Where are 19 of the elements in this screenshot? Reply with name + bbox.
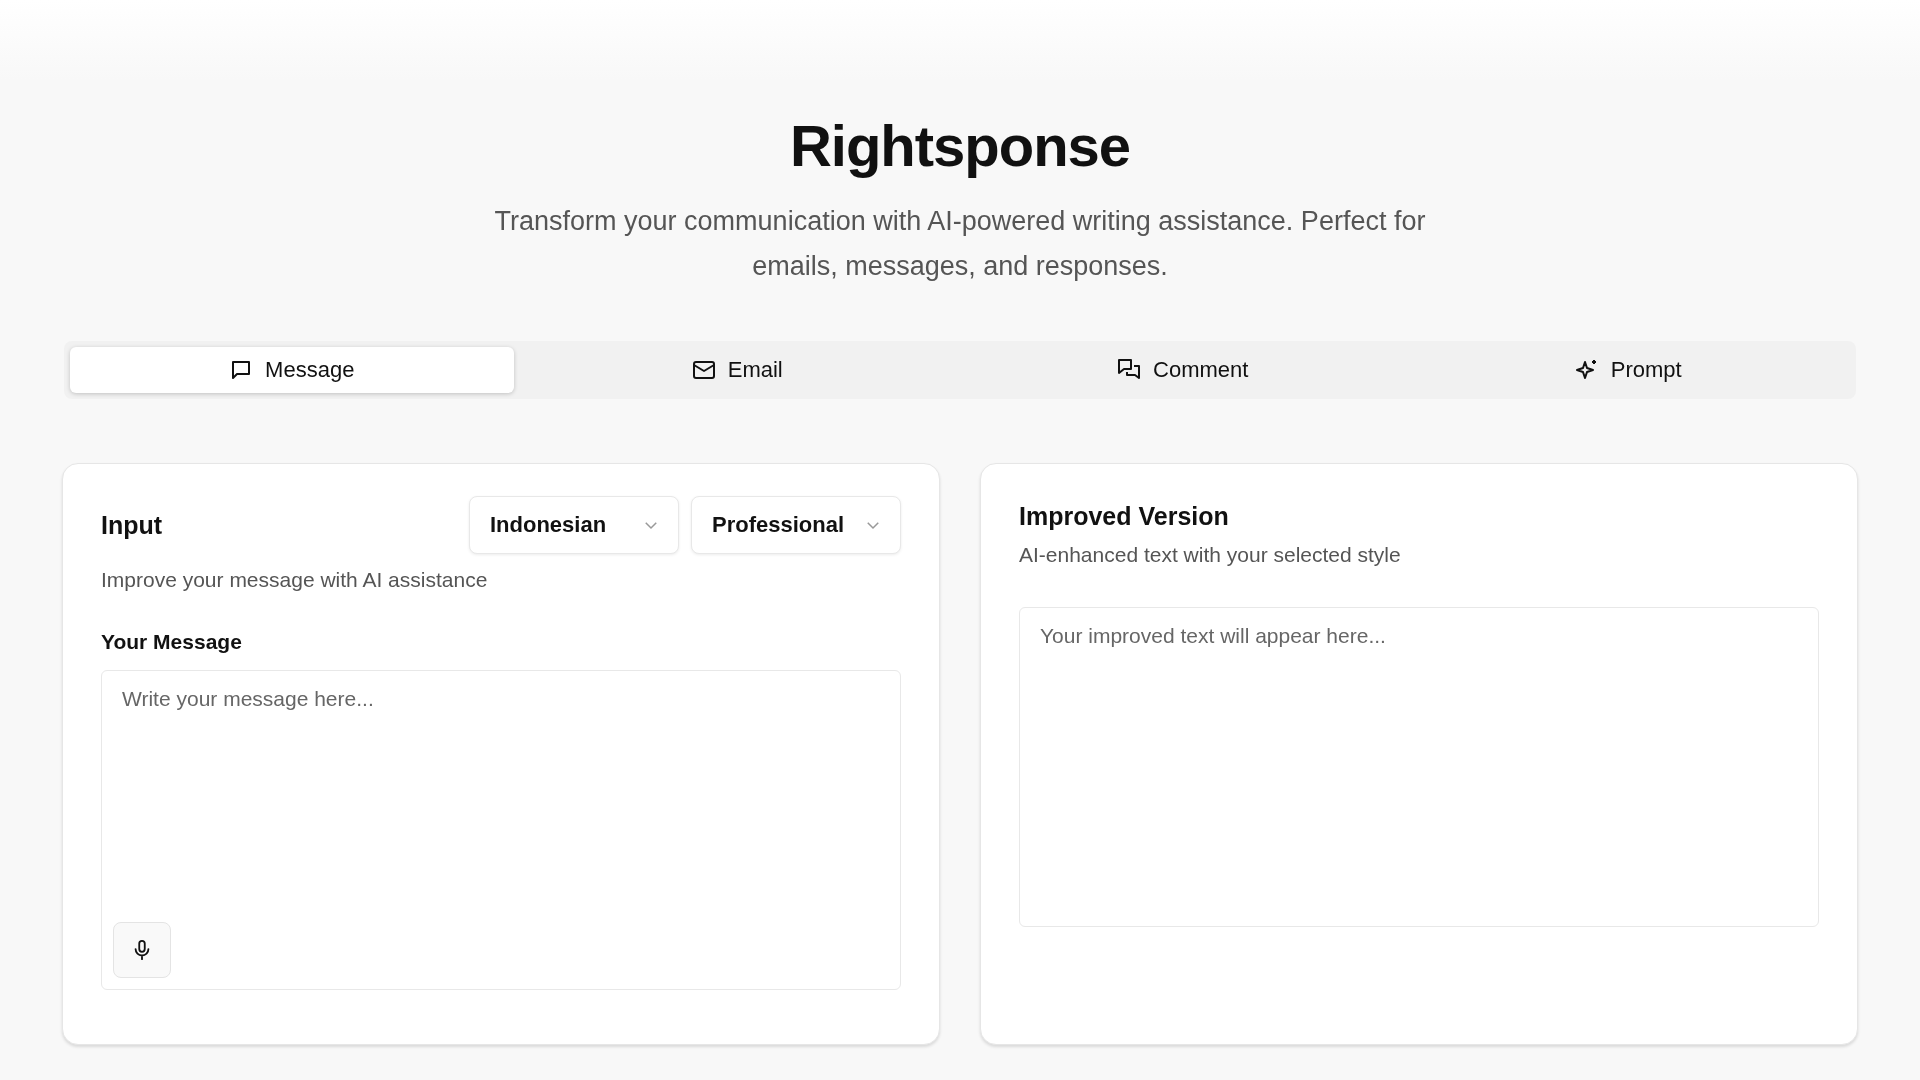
field-label: Your Message bbox=[101, 630, 243, 654]
message-field[interactable]: Write your message here... bbox=[101, 670, 901, 990]
card-title: Input bbox=[101, 510, 163, 540]
sparkles-icon bbox=[1574, 358, 1599, 382]
app-title: Rightsponse bbox=[789, 112, 1131, 179]
dropdown[interactable]: Indonesian bbox=[469, 496, 679, 554]
app-subtitle: Transform your communication with AI-powered writing assistance. Perfect for emails, messages, and responses. bbox=[493, 205, 1427, 283]
card-title: Improved Version bbox=[1019, 502, 1230, 531]
card-description: Improve your message with AI assistance bbox=[101, 568, 489, 592]
tab[interactable]: Comment bbox=[961, 347, 1405, 393]
dropdown[interactable]: Professional bbox=[691, 496, 901, 554]
tab[interactable]: Prompt bbox=[1406, 347, 1850, 393]
output-field[interactable]: Your improved text will appear here... bbox=[1019, 607, 1819, 927]
microphone-button[interactable] bbox=[113, 922, 171, 978]
tab[interactable]: Email bbox=[515, 347, 959, 393]
tab[interactable]: Message bbox=[70, 347, 514, 393]
envelope-icon bbox=[691, 358, 716, 382]
chat-bubbles-icon bbox=[1117, 358, 1142, 382]
card-description: AI-enhanced text with your selected style bbox=[1019, 543, 1402, 567]
